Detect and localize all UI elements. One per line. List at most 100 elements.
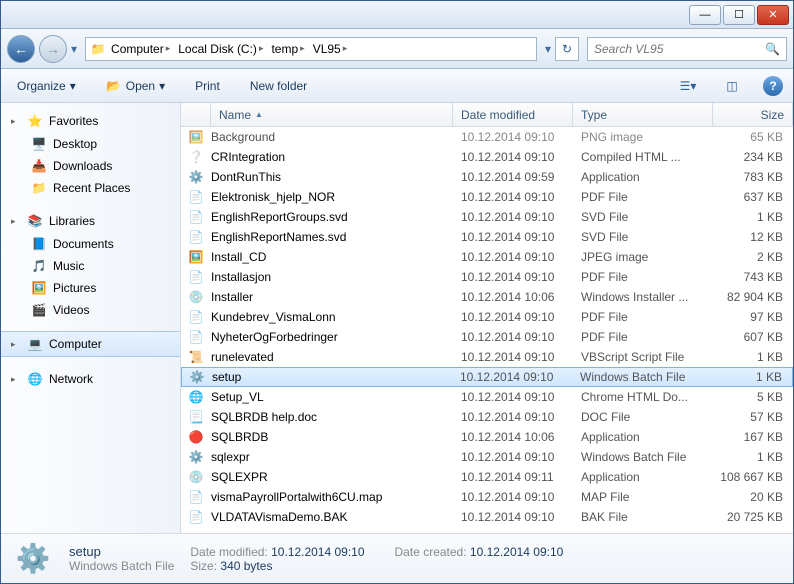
open-label: Open (126, 79, 155, 93)
sidebar-favorites[interactable]: ▸⭐Favorites (1, 109, 180, 133)
open-button[interactable]: 📂Open ▾ (100, 74, 171, 98)
file-type: Windows Batch File (572, 370, 712, 384)
collapse-icon[interactable]: ▸ (11, 116, 21, 127)
crumb-computer[interactable]: Computer ▸ (108, 40, 173, 58)
file-row[interactable]: 📄 EnglishReportNames.svd 10.12.2014 09:1… (181, 227, 793, 247)
help-button[interactable]: ? (763, 76, 783, 96)
file-size: 783 KB (713, 170, 793, 184)
close-button[interactable]: ✕ (757, 5, 789, 25)
file-date: 10.12.2014 09:10 (453, 250, 573, 264)
details-type: Windows Batch File (69, 559, 174, 573)
file-type: PDF File (573, 270, 713, 284)
file-icon: 🖼️ (181, 130, 211, 144)
sidebar-item-recent[interactable]: 📁Recent Places (1, 177, 180, 199)
refresh-button[interactable]: ↻ (555, 37, 579, 61)
maximize-button[interactable]: ☐ (723, 5, 755, 25)
sidebar-libraries[interactable]: ▸📚Libraries (1, 209, 180, 233)
file-type: Windows Batch File (573, 450, 713, 464)
main-panel: Name▲ Date modified Type Size 🖼️ Backgro… (181, 103, 793, 533)
sidebar-item-documents[interactable]: 📘Documents (1, 233, 180, 255)
col-size[interactable]: Size (713, 103, 793, 126)
open-icon: 📂 (106, 78, 122, 94)
file-type: PDF File (573, 330, 713, 344)
crumb-label: Computer (111, 42, 164, 56)
crumb-temp[interactable]: temp ▸ (268, 40, 307, 58)
collapse-icon[interactable]: ▸ (11, 339, 21, 350)
new-folder-button[interactable]: New folder (244, 75, 313, 97)
file-type: Application (573, 170, 713, 184)
sort-asc-icon: ▲ (255, 110, 263, 119)
file-row[interactable]: 📄 VLDATAVismaDemo.BAK 10.12.2014 09:10 B… (181, 507, 793, 527)
file-row[interactable]: ❔ CRIntegration 10.12.2014 09:10 Compile… (181, 147, 793, 167)
file-row[interactable]: 🔴 SQLBRDB 10.12.2014 10:06 Application 1… (181, 427, 793, 447)
search-box[interactable]: 🔍 (587, 37, 787, 61)
file-name: EnglishReportNames.svd (211, 230, 453, 244)
file-icon: 🖼️ (181, 250, 211, 264)
file-size: 82 904 KB (713, 290, 793, 304)
details-created-label: Date created: (395, 545, 467, 559)
back-button[interactable]: ← (7, 35, 35, 63)
organize-button[interactable]: Organize ▾ (11, 75, 82, 97)
file-type: PDF File (573, 310, 713, 324)
collapse-icon[interactable]: ▸ (11, 216, 21, 227)
file-row[interactable]: 📜 runelevated 10.12.2014 09:10 VBScript … (181, 347, 793, 367)
sidebar-item-desktop[interactable]: 🖥️Desktop (1, 133, 180, 155)
file-date: 10.12.2014 09:10 (453, 230, 573, 244)
file-icon: 🌐 (181, 390, 211, 404)
file-list[interactable]: 🖼️ Background 10.12.2014 09:10 PNG image… (181, 127, 793, 533)
file-row[interactable]: 📄 NyheterOgForbedringer 10.12.2014 09:10… (181, 327, 793, 347)
collapse-icon[interactable]: ▸ (11, 374, 21, 385)
sidebar-network[interactable]: ▸🌐Network (1, 367, 180, 391)
titlebar[interactable]: — ☐ ✕ (1, 1, 793, 29)
file-row[interactable]: 📄 Elektronisk_hjelp_NOR 10.12.2014 09:10… (181, 187, 793, 207)
file-name: NyheterOgForbedringer (211, 330, 453, 344)
view-options-button[interactable]: ☰ ▾ (675, 75, 701, 97)
file-size: 167 KB (713, 430, 793, 444)
address-bar[interactable]: 📁 Computer ▸ Local Disk (C:) ▸ temp ▸ VL… (85, 37, 537, 61)
search-icon[interactable]: 🔍 (765, 42, 780, 56)
preview-pane-button[interactable]: ◫ (719, 75, 745, 97)
address-dropdown-icon[interactable]: ▾ (545, 42, 551, 56)
sidebar-item-videos[interactable]: 🎬Videos (1, 299, 180, 321)
history-dropdown-icon[interactable]: ▾ (71, 42, 77, 56)
sidebar-item-music[interactable]: 🎵Music (1, 255, 180, 277)
crumb-vl95[interactable]: VL95 ▸ (310, 40, 351, 58)
chevron-right-icon[interactable]: ▸ (300, 43, 305, 54)
file-row[interactable]: 💿 Installer 10.12.2014 10:06 Windows Ins… (181, 287, 793, 307)
sidebar-item-downloads[interactable]: 📥Downloads (1, 155, 180, 177)
file-name: Install_CD (211, 250, 453, 264)
sidebar-item-pictures[interactable]: 🖼️Pictures (1, 277, 180, 299)
file-row[interactable]: 🖼️ Install_CD 10.12.2014 09:10 JPEG imag… (181, 247, 793, 267)
chevron-right-icon[interactable]: ▸ (166, 43, 171, 54)
file-row[interactable]: 📄 vismaPayrollPortalwith6CU.map 10.12.20… (181, 487, 793, 507)
chevron-right-icon[interactable]: ▸ (259, 43, 264, 54)
col-name[interactable]: Name▲ (211, 103, 453, 126)
file-row[interactable]: 📄 Kundebrev_VismaLonn 10.12.2014 09:10 P… (181, 307, 793, 327)
sidebar-label: Favorites (49, 114, 98, 128)
print-button[interactable]: Print (189, 75, 226, 97)
file-row[interactable]: 💿 SQLEXPR 10.12.2014 09:11 Application 1… (181, 467, 793, 487)
col-icon[interactable] (181, 103, 211, 126)
crumb-disk[interactable]: Local Disk (C:) ▸ (175, 40, 266, 58)
sidebar-computer[interactable]: ▸💻Computer (1, 331, 180, 357)
file-row[interactable]: 🌐 Setup_VL 10.12.2014 09:10 Chrome HTML … (181, 387, 793, 407)
file-date: 10.12.2014 09:10 (453, 270, 573, 284)
sidebar[interactable]: ▸⭐Favorites 🖥️Desktop 📥Downloads 📁Recent… (1, 103, 181, 533)
forward-button[interactable]: → (39, 35, 67, 63)
file-row[interactable]: ⚙️ DontRunThis 10.12.2014 09:59 Applicat… (181, 167, 793, 187)
col-type[interactable]: Type (573, 103, 713, 126)
file-row[interactable]: 📄 EnglishReportGroups.svd 10.12.2014 09:… (181, 207, 793, 227)
file-row[interactable]: 📄 Installasjon 10.12.2014 09:10 PDF File… (181, 267, 793, 287)
file-date: 10.12.2014 09:10 (453, 210, 573, 224)
file-date: 10.12.2014 09:10 (453, 130, 573, 144)
file-icon: 📄 (181, 490, 211, 504)
col-date[interactable]: Date modified (453, 103, 573, 126)
file-row[interactable]: ⚙️ sqlexpr 10.12.2014 09:10 Windows Batc… (181, 447, 793, 467)
file-icon: 📄 (181, 230, 211, 244)
minimize-button[interactable]: — (689, 5, 721, 25)
file-row[interactable]: 📃 SQLBRDB help.doc 10.12.2014 09:10 DOC … (181, 407, 793, 427)
search-input[interactable] (594, 42, 765, 56)
file-row[interactable]: ⚙️ setup 10.12.2014 09:10 Windows Batch … (181, 367, 793, 387)
file-row[interactable]: 🖼️ Background 10.12.2014 09:10 PNG image… (181, 127, 793, 147)
chevron-right-icon[interactable]: ▸ (343, 43, 348, 54)
